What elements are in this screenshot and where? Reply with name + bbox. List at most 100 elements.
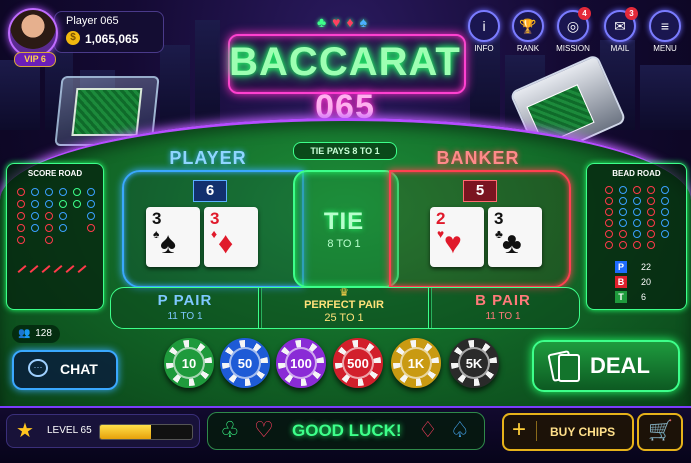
road-marker [45,212,53,220]
spade-icon: ♤ [450,417,470,442]
road-marker [77,265,87,273]
chip-50[interactable]: 50 [220,338,270,388]
road-marker [17,212,25,220]
nav-label: MAIL [610,44,630,53]
bead-marker [647,208,655,216]
nav-label: INFO [474,44,494,53]
road-marker [31,224,39,232]
avatar[interactable] [8,8,58,58]
bead-stat-row: T6 [615,291,675,304]
nav-menu[interactable]: ≡ MENU [648,10,682,53]
chip-value: 500 [347,355,369,371]
road-marker [87,200,95,208]
road-marker [31,212,39,220]
playing-card: 3 ♠ ♠ [146,207,200,267]
road-marker [17,265,27,273]
player-score: 6 [193,180,227,202]
bead-marker [619,208,627,216]
chip-center: 10 [173,347,205,379]
road-marker [17,188,25,196]
card-suit-large: ♦ [218,227,234,260]
player-profile[interactable]: VIP 6 Player 065 $ 1,065,065 [6,8,164,67]
bead-marker [619,241,627,249]
chip-value: 10 [181,355,197,371]
perfect-pair-odds: 25 TO 1 [324,312,364,324]
vip-badge: VIP 6 [14,52,56,67]
online-users: 👥 128 [12,325,60,343]
road-marker [31,200,39,208]
club-icon: ♧ [220,417,240,442]
good-luck-text: GOOD LUCK! [292,421,402,440]
nav-rank[interactable]: 🏆 RANK [511,10,545,53]
road-marker [45,224,53,232]
bead-marker [633,208,641,216]
bead-marker [605,197,613,205]
chip-1k[interactable]: 1K [391,338,441,388]
bead-marker [633,197,641,205]
chip-500[interactable]: 500 [333,338,383,388]
bead-marker [619,186,627,194]
card-suit-large: ♥ [444,227,462,260]
tie-label: TIE [323,208,365,235]
score-road-panel: SCORE ROAD [6,163,104,310]
bead-marker [605,241,613,249]
chip-center: 50 [229,347,261,379]
balance-value: 1,065,065 [85,32,139,46]
cart-icon: 🛒 [648,420,673,442]
bead-stat-row: P 22 [615,261,675,274]
road-marker [87,224,95,232]
deal-button[interactable]: DEAL [532,340,680,392]
nav-mail[interactable]: ✉ 3 MAIL [603,7,638,53]
nav-label: MENU [653,44,677,53]
chip-5k[interactable]: 5K [449,338,499,388]
level-progress-bar [99,424,193,440]
road-marker [59,200,67,208]
good-luck-banner: ♧ ♡ GOOD LUCK! ♢ ♤ [207,412,485,450]
chip-center: 1K [400,347,432,379]
trophy-icon: 🏆 [512,10,544,42]
bead-marker [619,197,627,205]
level-progress-fill [100,425,151,439]
road-marker [31,188,39,196]
bead-marker [647,197,655,205]
nav-info[interactable]: i INFO [467,10,501,53]
b-pair-label: B PAIR [475,292,531,309]
nav-label: MISSION [556,44,590,53]
road-marker [45,188,53,196]
nav-mission[interactable]: ◎ 4 MISSION [556,7,591,53]
bead-marker [661,230,669,238]
bead-road-title: BEAD ROAD [612,169,661,178]
info-icon: i [468,10,500,42]
stat-value: 20 [641,277,652,287]
chat-button[interactable]: ··· CHAT [12,350,118,390]
level-panel: ★ LEVEL 65 [6,414,200,448]
stat-key: P [615,261,627,273]
bead-marker [605,208,613,216]
chip-10[interactable]: 10 [164,338,214,388]
stat-key: B [615,276,627,288]
bead-road-panel: BEAD ROAD P 22 B 20 T 6 [586,163,687,310]
bead-stat-row: B 20 [615,276,675,289]
shop-cart-button[interactable]: 🛒 [637,413,683,451]
chip-center: 5K [458,347,490,379]
buy-chips-button[interactable]: + BUY CHIPS [502,413,634,451]
chat-icon: ··· [28,359,48,377]
card-suit-large: ♠ [160,227,176,260]
deal-label: DEAL [590,353,650,378]
perfect-pair-label: PERFECT PAIR [304,299,384,311]
chip-center: 500 [342,347,374,379]
road-marker [73,200,81,208]
coin-icon: $ [66,31,80,45]
road-marker [17,200,25,208]
banker-label: BANKER [436,148,520,168]
chip-100[interactable]: 100 [276,338,326,388]
road-marker [45,200,53,208]
online-count: 128 [35,328,52,339]
p-pair-label: P PAIR [157,292,213,309]
diamond-icon: ♢ [418,417,438,442]
bead-marker [647,241,655,249]
road-marker [59,224,67,232]
stat-key: T [615,291,627,303]
chip-value: 100 [290,355,312,371]
b-pair-odds: 11 TO 1 [485,311,521,322]
